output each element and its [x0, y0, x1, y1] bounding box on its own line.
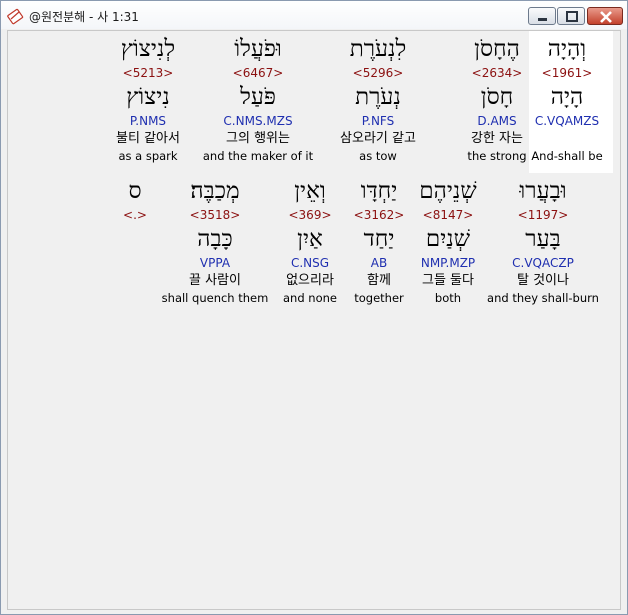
word-column[interactable]: לִנְעֹרֶת <5296> נְעֹרֶת P.NFS 삼오라기 같고 as tow — [340, 33, 416, 164]
strong-number: <369> — [288, 208, 332, 222]
lemma-word: הָיָה — [550, 84, 584, 110]
english-gloss: both — [434, 291, 462, 305]
morphology-code: P.NFS — [361, 114, 395, 128]
hebrew-word: יַחְדָּו — [360, 178, 398, 204]
english-gloss: as tow — [359, 149, 397, 163]
morphology-code: C.NMS.MZS — [223, 114, 293, 128]
korean-gloss: 함께 — [367, 273, 391, 288]
korean-gloss: 그들 둘다 — [422, 273, 474, 288]
word-column[interactable]: מְכַבֶּה׃ <3518> כָּבָה VPPA 끌 사람이 shall quen… — [162, 175, 269, 306]
english-gloss: together — [354, 291, 404, 305]
hebrew-word: ס — [128, 178, 142, 204]
hebrew-word: וְהָיָה — [547, 36, 587, 62]
word-column[interactable]: יַחְדָּו <3162> יַחַד AB 함께 together — [354, 175, 405, 306]
lemma-word: בָּעַר — [525, 226, 561, 252]
morphology-code: VPPA — [199, 256, 231, 270]
hebrew-word: מְכַבֶּה׃ — [190, 178, 240, 204]
korean-gloss: 불티 같아서 — [116, 131, 180, 146]
lemma-word: חָסֹן — [480, 84, 514, 110]
strong-number: <2634> — [471, 66, 523, 80]
word-column[interactable]: שְׁנֵיהֶם <8147> שְׁנַיִם NMP.MZP 그들 둘다 both — [419, 175, 476, 306]
minimize-button[interactable] — [528, 7, 556, 25]
word-column[interactable]: הֶחָסֹן <2634> חָסֹן D.AMS 강한 자는 the strong — [467, 33, 526, 164]
morphology-code: C.VQAMZS — [534, 114, 600, 128]
strong-number: <.> — [123, 208, 147, 222]
english-gloss: and they shall-burn — [487, 291, 599, 305]
strong-number: <6467> — [232, 66, 284, 80]
hebrew-word: וּפֹעֲלוֹ — [234, 36, 282, 62]
hebrew-word: הֶחָסֹן — [474, 36, 520, 62]
window-title: @원전분해 - 사 1:31 — [29, 10, 139, 24]
english-gloss: the strong — [467, 149, 527, 163]
word-column[interactable]: ס <.> — [123, 175, 147, 306]
korean-gloss — [123, 272, 147, 290]
title-bar[interactable]: @원전분해 - 사 1:31 — [1, 1, 627, 29]
english-gloss: And-shall be — [531, 149, 603, 163]
lemma-word: נִיצוֹץ — [126, 84, 170, 110]
strong-number: <3162> — [353, 208, 405, 222]
korean-gloss: 삼오라기 같고 — [340, 131, 416, 146]
hebrew-word: לִנְעֹרֶת — [349, 36, 407, 62]
hebrew-word: וּבָעֲרוּ — [519, 178, 567, 204]
morphology-code: AB — [370, 256, 388, 270]
app-window: @원전분해 - 사 1:31 וְהָיָה <1961> הָיָה C.VQAMZ… — [0, 0, 628, 615]
morphology-code: P.NMS — [129, 114, 167, 128]
morphology-code — [123, 255, 147, 272]
word-column[interactable]: וּפֹעֲלוֹ <6467> פֹּעַל C.NMS.MZS 그의 행위는 and … — [203, 33, 313, 164]
korean-gloss: 강한 자는 — [471, 131, 523, 146]
word-column[interactable]: וְאֵין <369> אַיִן C.NSG 없으리라 and none — [283, 175, 337, 306]
word-analysis-panel: וְהָיָה <1961> הָיָה C.VQAMZS And-shall be הֶ… — [7, 30, 621, 610]
lemma-word: כָּבָה — [197, 226, 233, 252]
korean-gloss: 그의 행위는 — [226, 131, 290, 146]
hebrew-word: לְנִיצוֹץ — [120, 36, 176, 62]
lemma-word: פֹּעַל — [240, 84, 276, 110]
strong-number: <3518> — [189, 208, 241, 222]
english-gloss: and the maker of it — [202, 149, 314, 163]
bible-book-icon — [7, 7, 25, 25]
korean-gloss — [531, 130, 602, 148]
hebrew-word: וְאֵין — [294, 178, 326, 204]
korean-gloss: 없으리라 — [286, 273, 334, 288]
morphology-code: D.AMS — [477, 114, 517, 128]
close-button[interactable] — [587, 7, 623, 25]
lemma-word: אַיִן — [297, 226, 323, 252]
morphology-code: NMP.MZP — [420, 256, 476, 270]
english-gloss — [123, 290, 147, 306]
korean-gloss: 끌 사람이 — [189, 273, 241, 288]
strong-number: <5296> — [352, 66, 404, 80]
morphology-code: C.NSG — [290, 256, 330, 270]
morphology-code: C.VQACZP — [512, 256, 574, 270]
lemma-word: נְעֹרֶת — [355, 84, 401, 110]
korean-gloss: 탈 것이나 — [517, 273, 569, 288]
lemma-word: יַחַד — [363, 226, 395, 252]
strong-number: <1197> — [517, 208, 569, 222]
english-gloss: as a spark — [118, 149, 178, 163]
lemma-word — [123, 223, 147, 255]
strong-number: <1961> — [541, 66, 593, 80]
word-column[interactable]: וּבָעֲרוּ <1197> בָּעַר C.VQACZP 탈 것이나 and th… — [487, 175, 599, 306]
hebrew-word: שְׁנֵיהֶם — [419, 178, 477, 204]
english-gloss: and none — [283, 291, 337, 305]
maximize-button[interactable] — [557, 7, 585, 25]
word-column[interactable]: לְנִיצוֹץ <5213> נִיצוֹץ P.NMS 불티 같아서 as a sp… — [116, 33, 180, 164]
word-column[interactable]: וְהָיָה <1961> הָיָה C.VQAMZS And-shall be — [531, 33, 602, 164]
strong-number: <8147> — [422, 208, 474, 222]
english-gloss: shall quench them — [161, 291, 269, 305]
strong-number: <5213> — [122, 66, 174, 80]
lemma-word: שְׁנַיִם — [425, 226, 471, 252]
